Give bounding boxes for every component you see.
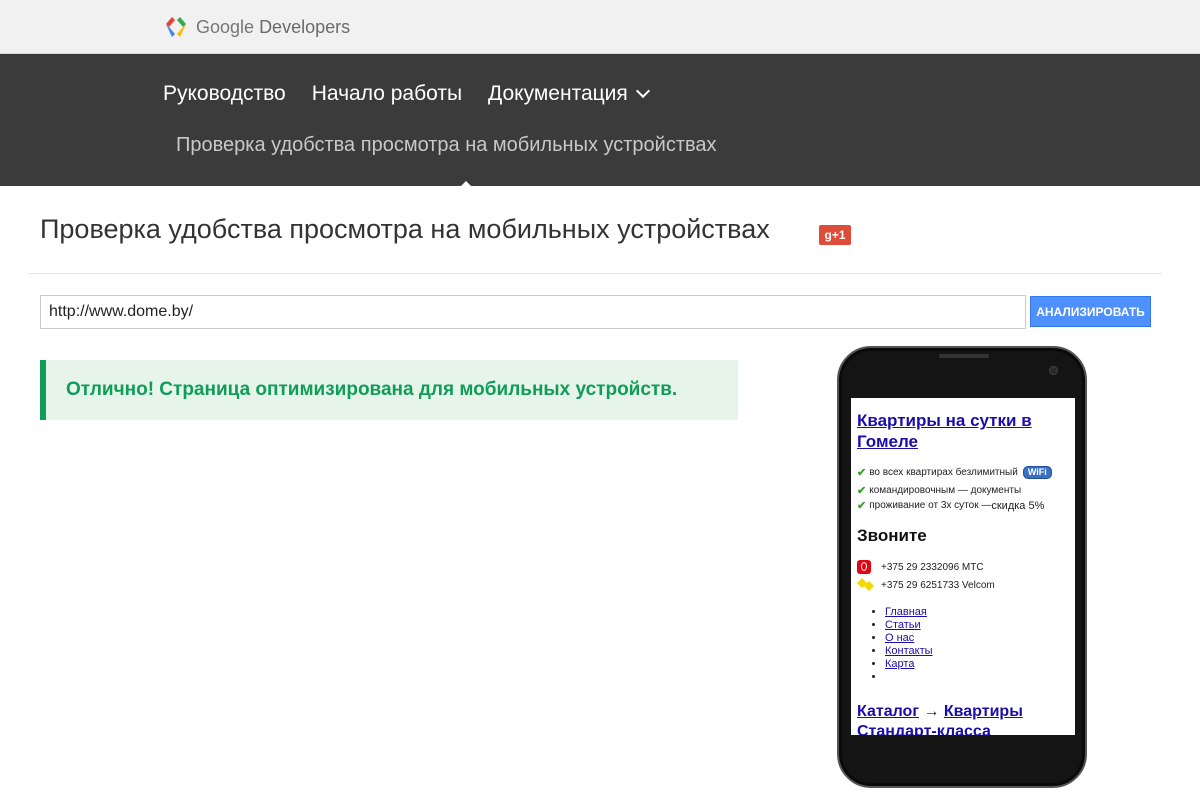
brand-bar: Google Developers	[0, 0, 1200, 54]
page-title: Проверка удобства просмотра на мобильных…	[40, 214, 770, 244]
nav-item-get-started[interactable]: Начало работы	[312, 82, 462, 106]
phone-camera-icon	[1049, 366, 1058, 375]
menu-link-about[interactable]: О нас	[885, 632, 914, 644]
list-item: Главная	[885, 606, 933, 619]
feature-text: проживание от 3х суток —	[869, 500, 992, 511]
nav-item-documentation[interactable]: Документация	[488, 82, 650, 106]
wifi-badge-icon: WiFi	[1022, 466, 1052, 479]
chevron-down-icon	[635, 83, 650, 99]
feature-text: командировочным — документы	[869, 485, 1022, 496]
checkmark-icon: ✔	[857, 467, 867, 479]
breadcrumb-arrow: →	[923, 703, 940, 720]
list-item	[885, 671, 933, 684]
menu-link-contacts[interactable]: Контакты	[885, 645, 933, 657]
preview-site-title-link[interactable]: Квартиры на сутки в Гомеле	[857, 410, 1067, 452]
result-message: Отлично! Страница оптимизирована для моб…	[66, 379, 678, 400]
checkmark-icon: ✔	[857, 485, 867, 497]
mobile-preview-phone: Квартиры на сутки в Гомеле ✔ во всех ква…	[837, 346, 1087, 788]
list-item: Контакты	[885, 645, 933, 658]
menu-link-articles[interactable]: Статьи	[885, 619, 921, 631]
phone-row: +375 29 6251733 Velcom	[857, 578, 995, 592]
mts-icon	[857, 560, 871, 574]
google-developers-logo-icon	[163, 15, 189, 39]
nav-links: Руководство Начало работы Документация	[163, 82, 650, 106]
url-input[interactable]	[40, 295, 1026, 329]
preview-menu: Главная Статьи О нас Контакты Карта	[869, 606, 933, 684]
velcom-icon	[857, 578, 874, 592]
list-item: О нас	[885, 632, 933, 645]
menu-link-map[interactable]: Карта	[885, 658, 914, 670]
preview-breadcrumb: Каталог → Квартиры Стандарт-класса	[857, 702, 1072, 735]
nav-item-guides[interactable]: Руководство	[163, 82, 286, 106]
subnav-item-mobile-test[interactable]: Проверка удобства просмотра на мобильных…	[176, 134, 717, 157]
feature-text: во всех квартирах безлимитный	[869, 467, 1018, 478]
list-item: Статьи	[885, 619, 933, 632]
feature-discount: скидка 5%	[991, 499, 1045, 512]
phone-row: +375 29 2332096 МТС	[857, 560, 984, 574]
menu-link-home[interactable]: Главная	[885, 606, 927, 618]
brand-name-part1: Google	[196, 16, 255, 37]
nav-item-documentation-label: Документация	[488, 82, 628, 105]
gplus-button[interactable]: g+1	[819, 225, 851, 245]
result-banner: Отлично! Страница оптимизирована для моб…	[40, 360, 738, 420]
mobile-preview-screen[interactable]: Квартиры на сутки в Гомеле ✔ во всех ква…	[851, 398, 1075, 735]
brand-name-part2: Developers	[259, 16, 351, 37]
phone-speaker	[939, 354, 989, 358]
list-item: Карта	[885, 658, 933, 671]
divider	[28, 273, 1162, 274]
call-heading: Звоните	[857, 526, 927, 545]
feature-item: ✔ во всех квартирах безлимитный WiFi	[857, 466, 1052, 479]
brand-name: Google Developers	[196, 17, 350, 38]
feature-item: ✔ командировочным — документы	[857, 484, 1021, 497]
phone-number: +375 29 6251733 Velcom	[881, 579, 995, 591]
feature-item: ✔ проживание от 3х суток — скидка 5%	[857, 499, 1045, 513]
breadcrumb-catalog-link[interactable]: Каталог	[857, 703, 919, 720]
checkmark-icon: ✔	[857, 500, 867, 512]
main-nav: Руководство Начало работы Документация П…	[0, 54, 1200, 188]
google-developers-logo[interactable]: Google Developers	[163, 14, 350, 40]
phone-number: +375 29 2332096 МТС	[881, 561, 984, 573]
active-indicator-caret	[459, 181, 473, 188]
analyze-button[interactable]: АНАЛИЗИРОВАТЬ	[1030, 296, 1151, 327]
